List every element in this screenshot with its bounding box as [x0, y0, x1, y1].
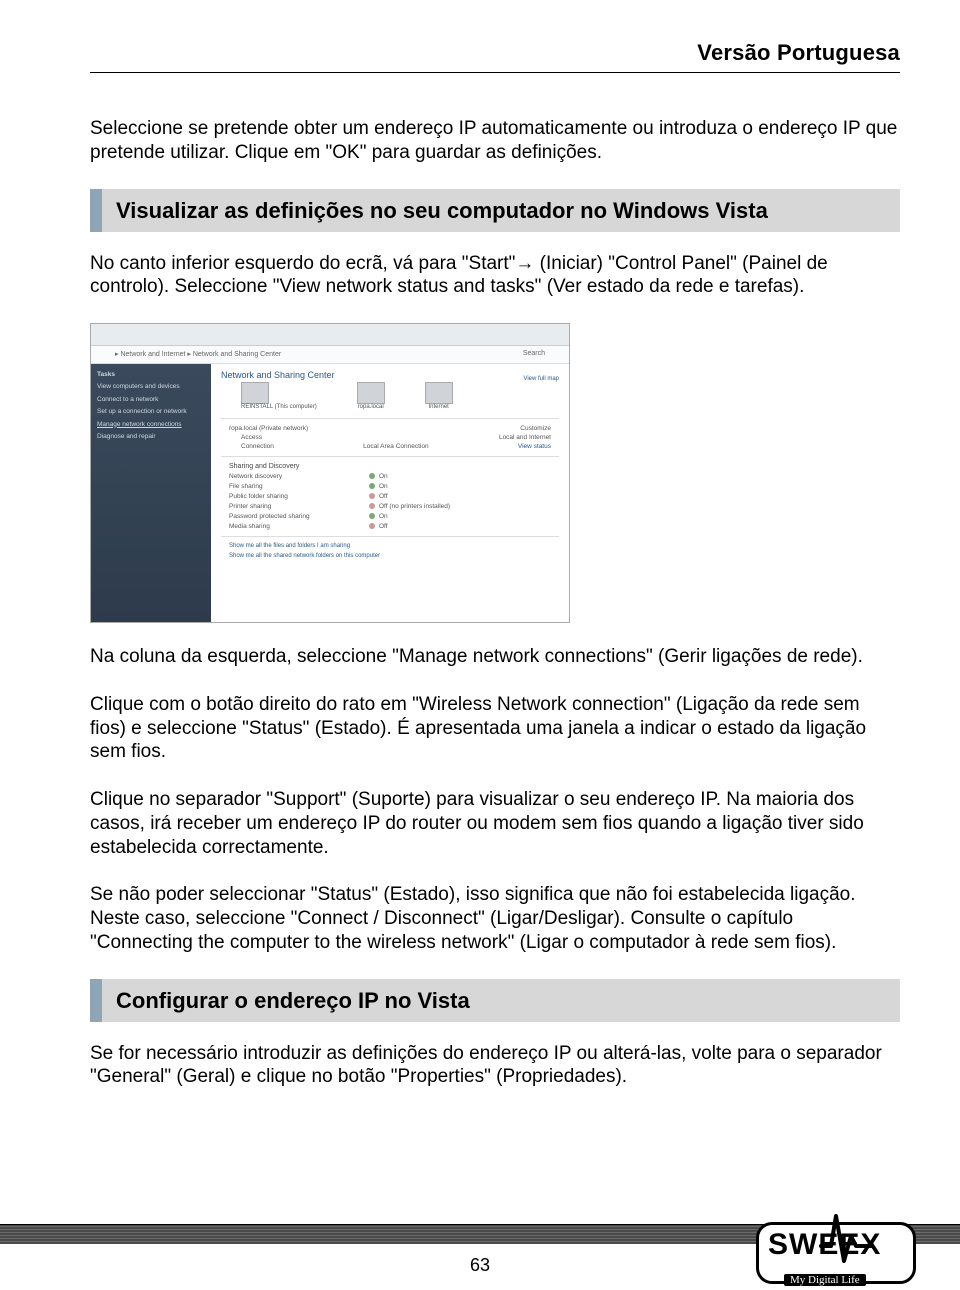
sharing-heading: Sharing and Discovery: [229, 463, 551, 470]
sidebar-item-manage-connections: Manage network connections: [97, 420, 205, 430]
breadcrumb: ▸ Network and Internet ▸ Network and Sha…: [115, 351, 281, 358]
page-footer: 63 SWEEX My Digital Life: [0, 1208, 960, 1290]
section1-paragraph: No canto inferior esquerdo do ecrã, vá p…: [90, 252, 900, 300]
sidebar: Tasks View computers and devices Connect…: [91, 364, 211, 622]
main-panel: Network and Sharing Center View full map…: [211, 364, 569, 622]
sidebar-heading: Tasks: [97, 370, 205, 380]
node-label: ropa.local: [357, 404, 385, 410]
arrow-icon: →: [515, 253, 534, 274]
globe-icon: [425, 382, 453, 404]
sidebar-item: Diagnose and repair: [97, 432, 205, 442]
footer-link: Show me all the files and folders I am s…: [229, 543, 551, 549]
search-label: Search: [523, 350, 545, 357]
network-name: ropa.local (Private network): [229, 425, 308, 432]
sharing-row: File sharingOn: [229, 483, 551, 490]
after-p3: Clique no separador "Support" (Suporte) …: [90, 788, 900, 859]
sharing-row: Public folder sharingOff: [229, 493, 551, 500]
view-status-link: View status: [518, 443, 551, 450]
sidebar-item: View computers and devices: [97, 382, 205, 392]
node-label: Internet: [425, 404, 453, 410]
screenshot-network-sharing-center: ▸ Network and Internet ▸ Network and Sha…: [90, 323, 570, 623]
section-bar-configurar: Configurar o endereço IP no Vista: [90, 979, 900, 1022]
customize-link: Customize: [520, 425, 551, 432]
page-number: 63: [470, 1255, 490, 1276]
sidebar-item: Connect to a network: [97, 395, 205, 405]
connection-label: Connection: [241, 443, 274, 450]
section2-paragraph: Se for necessário introduzir as definiçõ…: [90, 1042, 900, 1090]
computer-icon: [241, 382, 269, 404]
section1-text-a: No canto inferior esquerdo do ecrã, vá p…: [90, 253, 515, 274]
sharing-row: Media sharingOff: [229, 523, 551, 530]
footer-link: Show me all the shared network folders o…: [229, 553, 551, 559]
page-header-title: Versão Portuguesa: [90, 40, 900, 66]
section-title: Visualizar as definições no seu computad…: [116, 198, 886, 224]
access-value: Local and Internet: [499, 434, 551, 441]
connection-value: Local Area Connection: [363, 443, 428, 450]
network-icon: [357, 382, 385, 404]
access-label: Access: [241, 434, 262, 441]
sharing-row: Password protected sharingOn: [229, 513, 551, 520]
window-titlebar: [91, 324, 569, 346]
sharing-row: Network discoveryOn: [229, 473, 551, 480]
brand-logo: SWEEX My Digital Life: [756, 1210, 916, 1288]
section-bar-visualizar: Visualizar as definições no seu computad…: [90, 189, 900, 232]
node-label: REINSTALL (This computer): [241, 404, 317, 410]
brand-tagline: My Digital Life: [784, 1274, 866, 1286]
sidebar-item: Set up a connection or network: [97, 407, 205, 417]
section-title: Configurar o endereço IP no Vista: [116, 988, 886, 1014]
sharing-row: Printer sharingOff (no printers installe…: [229, 503, 551, 510]
address-bar: ▸ Network and Internet ▸ Network and Sha…: [91, 346, 569, 364]
after-p1: Na coluna da esquerda, seleccione "Manag…: [90, 645, 900, 669]
header-rule: [90, 72, 900, 73]
brand-name: SWEEX: [768, 1228, 881, 1262]
after-p2: Clique com o botão direito do rato em "W…: [90, 693, 900, 764]
after-p4: Se não poder seleccionar "Status" (Estad…: [90, 883, 900, 954]
intro-paragraph: Seleccione se pretende obter um endereço…: [90, 117, 900, 165]
